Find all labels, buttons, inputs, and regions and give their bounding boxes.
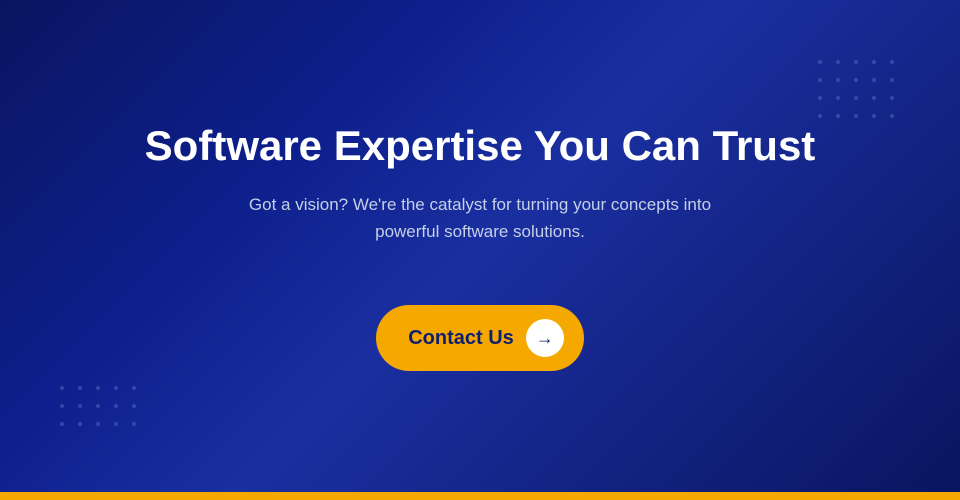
arrow-right-icon: → <box>536 329 554 347</box>
hero-subtitle: Got a vision? We're the catalyst for tur… <box>220 191 740 245</box>
contact-us-arrow-circle: → <box>526 319 564 357</box>
hero-section: Software Expertise You Can Trust Got a v… <box>0 0 960 492</box>
bottom-bar <box>0 492 960 500</box>
dots-top-right <box>818 60 900 124</box>
contact-us-button[interactable]: Contact Us → <box>376 305 584 371</box>
page-wrapper: Software Expertise You Can Trust Got a v… <box>0 0 960 500</box>
hero-title: Software Expertise You Can Trust <box>145 121 816 171</box>
contact-us-label: Contact Us <box>408 327 514 350</box>
dots-bottom-left <box>60 386 142 432</box>
